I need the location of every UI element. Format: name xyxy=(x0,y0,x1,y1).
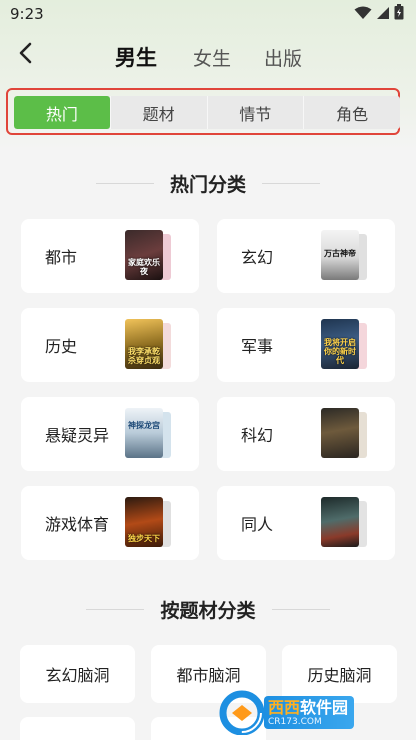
category-card-fanfiction[interactable]: 同人 xyxy=(217,486,395,560)
cover-title: 万古神帝 xyxy=(324,249,356,258)
segment-hot[interactable]: 热门 xyxy=(14,96,110,129)
category-card-military[interactable]: 军事 我将开启你的新时代 xyxy=(217,308,395,382)
chevron-left-icon xyxy=(18,42,32,68)
book-cover: 神探龙宫 xyxy=(125,408,171,460)
theme-card[interactable] xyxy=(20,717,135,740)
category-card-history[interactable]: 历史 我李承乾杀穿贞观 xyxy=(21,308,199,382)
book-cover-image: 万古神帝 xyxy=(321,230,359,280)
cover-title: 神探龙宫 xyxy=(128,421,160,430)
book-cover-image xyxy=(321,497,359,547)
book-cover: 万古神帝 xyxy=(321,230,367,282)
category-label: 历史 xyxy=(45,337,78,356)
category-card-game-sports[interactable]: 游戏体育 独步天下 xyxy=(21,486,199,560)
gender-tabs: 男生 女生 出版 xyxy=(0,36,416,76)
category-card-fantasy[interactable]: 玄幻 万古神帝 xyxy=(217,219,395,293)
category-card-mystery[interactable]: 悬疑灵异 神探龙宫 xyxy=(21,397,199,471)
divider-line xyxy=(86,608,145,610)
category-card-urban[interactable]: 都市 家庭欢乐夜 xyxy=(21,219,199,293)
hot-section-title: 热门分类 xyxy=(0,168,416,198)
status-time: 9:23 xyxy=(10,5,44,23)
cover-title: 我李承乾杀穿贞观 xyxy=(128,347,160,365)
battery-icon xyxy=(394,4,404,24)
category-label: 游戏体育 xyxy=(45,515,110,534)
segment-role[interactable]: 角色 xyxy=(303,96,400,129)
category-label: 悬疑灵异 xyxy=(45,426,110,445)
book-cover xyxy=(321,497,367,549)
watermark-main: 西西软件园 xyxy=(268,697,349,717)
cover-title: 独步天下 xyxy=(128,534,160,543)
cover-title: 家庭欢乐夜 xyxy=(128,258,160,276)
status-bar: 9:23 xyxy=(0,0,416,28)
divider-line xyxy=(262,182,320,184)
category-label: 军事 xyxy=(241,337,274,356)
book-cover: 我李承乾杀穿贞观 xyxy=(125,319,171,371)
book-cover: 我将开启你的新时代 xyxy=(321,319,367,371)
book-cover-image: 家庭欢乐夜 xyxy=(125,230,163,280)
category-label: 同人 xyxy=(241,515,274,534)
book-cover-image: 神探龙宫 xyxy=(125,408,163,458)
watermark-text: 西西软件园 CR173.COM xyxy=(264,695,355,729)
book-cover-image: 我将开启你的新时代 xyxy=(321,319,359,369)
watermark-logo-icon xyxy=(218,689,270,736)
segmented-control: 热门 题材 情节 角色 xyxy=(14,96,400,129)
status-icons xyxy=(354,4,404,24)
book-cover xyxy=(321,408,367,460)
category-label: 都市 xyxy=(45,248,78,267)
hot-section-title-text: 热门分类 xyxy=(169,173,246,196)
theme-section-title: 按题材分类 xyxy=(0,594,416,624)
book-cover-image xyxy=(321,408,359,458)
wifi-icon xyxy=(354,5,372,24)
segment-plot[interactable]: 情节 xyxy=(206,96,304,129)
cellular-icon xyxy=(376,5,390,24)
tab-publish[interactable]: 出版 xyxy=(264,44,302,71)
divider-line xyxy=(95,182,154,184)
book-cover: 独步天下 xyxy=(125,497,171,549)
category-label: 玄幻 xyxy=(241,248,274,267)
back-button[interactable] xyxy=(10,38,40,72)
category-card-scifi[interactable]: 科幻 xyxy=(217,397,395,471)
watermark: 西西软件园 CR173.COM xyxy=(218,686,414,738)
theme-card-fantasy-brainstorm[interactable]: 玄幻脑洞 xyxy=(20,645,135,703)
segment-theme[interactable]: 题材 xyxy=(109,96,207,129)
book-cover: 家庭欢乐夜 xyxy=(125,230,171,282)
theme-section-title-text: 按题材分类 xyxy=(160,599,256,622)
nav-bar: 男生 女生 出版 xyxy=(0,36,416,76)
category-label: 科幻 xyxy=(241,426,274,445)
tab-female[interactable]: 女生 xyxy=(193,44,231,71)
book-cover-image: 我李承乾杀穿贞观 xyxy=(125,319,163,369)
watermark-sub: CR173.COM xyxy=(268,716,322,727)
tab-male[interactable]: 男生 xyxy=(115,42,157,72)
divider-line xyxy=(271,608,330,610)
book-cover-image: 独步天下 xyxy=(125,497,163,547)
cover-title: 我将开启你的新时代 xyxy=(324,338,356,365)
